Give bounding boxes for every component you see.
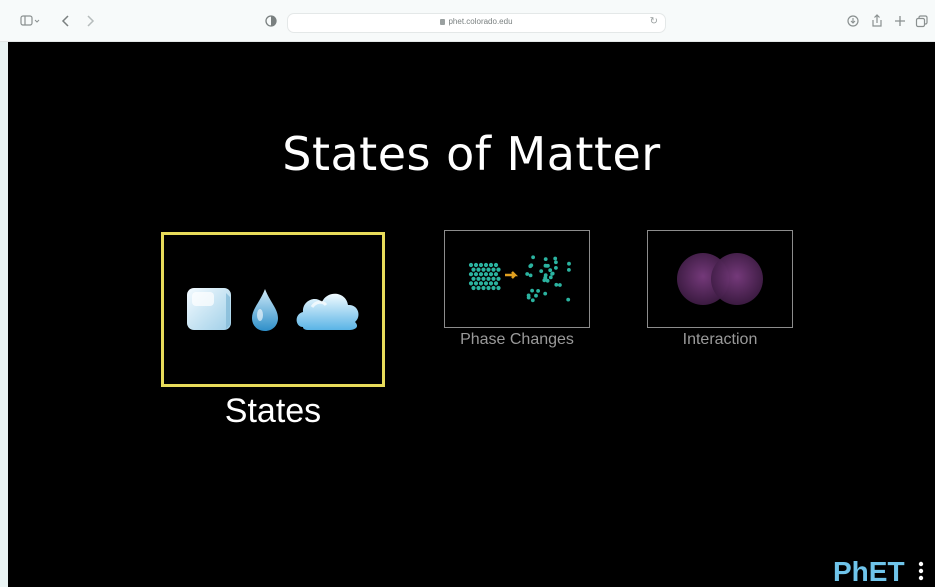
solid-particle [491, 285, 496, 291]
sidebar-toggle-icon[interactable] [20, 13, 42, 29]
screen-button-states[interactable]: States [161, 232, 385, 432]
solid-particle [478, 272, 484, 277]
solid-particle [493, 272, 499, 277]
forward-icon[interactable] [84, 13, 96, 29]
solid-particle [488, 272, 494, 277]
solid-particle [471, 285, 476, 291]
gas-particle [534, 293, 538, 298]
solid-particle [473, 272, 479, 277]
gas-particle [528, 273, 533, 278]
water-drop-icon [252, 289, 278, 331]
phase-changes-label: Phase Changes [460, 331, 574, 348]
solid-particle [493, 262, 499, 268]
gas-particle [530, 298, 535, 303]
gas-particle [566, 297, 571, 302]
gas-particle [548, 275, 553, 280]
arrow-right-icon [505, 271, 519, 279]
solid-particle [481, 276, 486, 281]
browser-toolbar: phet.colorado.edu ↻ [0, 0, 935, 42]
gas-particle [530, 288, 534, 293]
solid-particle [483, 272, 489, 277]
states-thumbnail-art [187, 288, 359, 331]
cloud-icon [296, 293, 359, 330]
svg-text:PhET: PhET [833, 556, 905, 585]
solid-particle [476, 267, 481, 272]
solid-particle [491, 276, 496, 281]
phet-logo-art: PhET [833, 556, 924, 587]
gas-particle [539, 269, 544, 273]
screen-button-interaction[interactable]: Interaction [647, 230, 793, 355]
phase-changes-art [468, 255, 571, 303]
new-tab-icon[interactable] [894, 13, 906, 29]
solid-particle [468, 281, 474, 286]
solid-particle [478, 281, 484, 286]
gas-particle [567, 261, 571, 266]
ice-cube-icon [187, 288, 231, 330]
gas-particle [550, 271, 555, 276]
gas-particle [554, 282, 559, 287]
phase-changes-thumbnail [444, 230, 590, 328]
solid-particle [496, 285, 501, 291]
back-icon[interactable] [60, 13, 72, 29]
solid-particle [471, 276, 476, 281]
interaction-art [677, 253, 763, 305]
sim-title: States of Matter [282, 127, 661, 181]
solid-particle [486, 276, 491, 281]
downloads-icon[interactable] [846, 13, 860, 29]
url-value: phet.colorado.edu [448, 17, 513, 26]
solid-particle [468, 262, 474, 268]
url-text: phet.colorado.edu [288, 17, 665, 26]
gas-particle [567, 268, 571, 272]
solid-particle [481, 267, 486, 272]
solid-particle [496, 267, 501, 272]
share-icon[interactable] [870, 13, 884, 29]
gas-particle [543, 257, 548, 261]
privacy-shield-icon[interactable] [264, 13, 278, 29]
phet-logo[interactable]: PhET [833, 555, 929, 587]
gas-particle [531, 255, 535, 260]
gas-particle [554, 266, 558, 270]
gas-particle [548, 268, 553, 273]
solid-particle [483, 281, 489, 286]
solid-particle [486, 285, 491, 291]
sim-display: States of Matter States Phase Changes In… [8, 42, 935, 587]
gas-particle [543, 273, 548, 278]
solid-particle [476, 285, 481, 291]
gas-particle [553, 256, 558, 261]
solid-particle [471, 267, 476, 272]
gas-particle [558, 283, 562, 287]
reload-icon[interactable]: ↻ [650, 16, 658, 27]
solid-particle [473, 281, 479, 286]
solid-particle [491, 267, 496, 272]
solid-particle [488, 262, 494, 268]
gas-particle [554, 260, 558, 265]
solid-particle [488, 281, 494, 286]
gas-particle [525, 272, 530, 276]
atom-right-icon [711, 253, 763, 305]
screen-button-phase-changes[interactable]: Phase Changes [444, 230, 590, 355]
tab-overview-icon[interactable] [915, 13, 929, 29]
solid-particle [493, 281, 499, 286]
lock-icon [440, 19, 446, 25]
gas-particle [529, 263, 534, 268]
solid-particle [468, 272, 474, 277]
states-thumbnail [161, 232, 385, 387]
solid-particle [481, 285, 486, 291]
solid-particle [496, 276, 501, 281]
solid-particle [476, 276, 481, 281]
gas-particle [536, 289, 540, 293]
interaction-label: Interaction [682, 331, 758, 348]
gas-particle [543, 291, 548, 296]
address-bar[interactable]: phet.colorado.edu ↻ [287, 13, 666, 33]
solid-particle [483, 262, 489, 268]
solid-particle [473, 262, 479, 268]
gas-particle [544, 264, 549, 268]
states-label: States [224, 392, 322, 430]
solid-particle [478, 262, 484, 268]
solid-particle [486, 267, 491, 272]
gas-particle [526, 295, 531, 300]
interaction-thumbnail [647, 230, 793, 328]
